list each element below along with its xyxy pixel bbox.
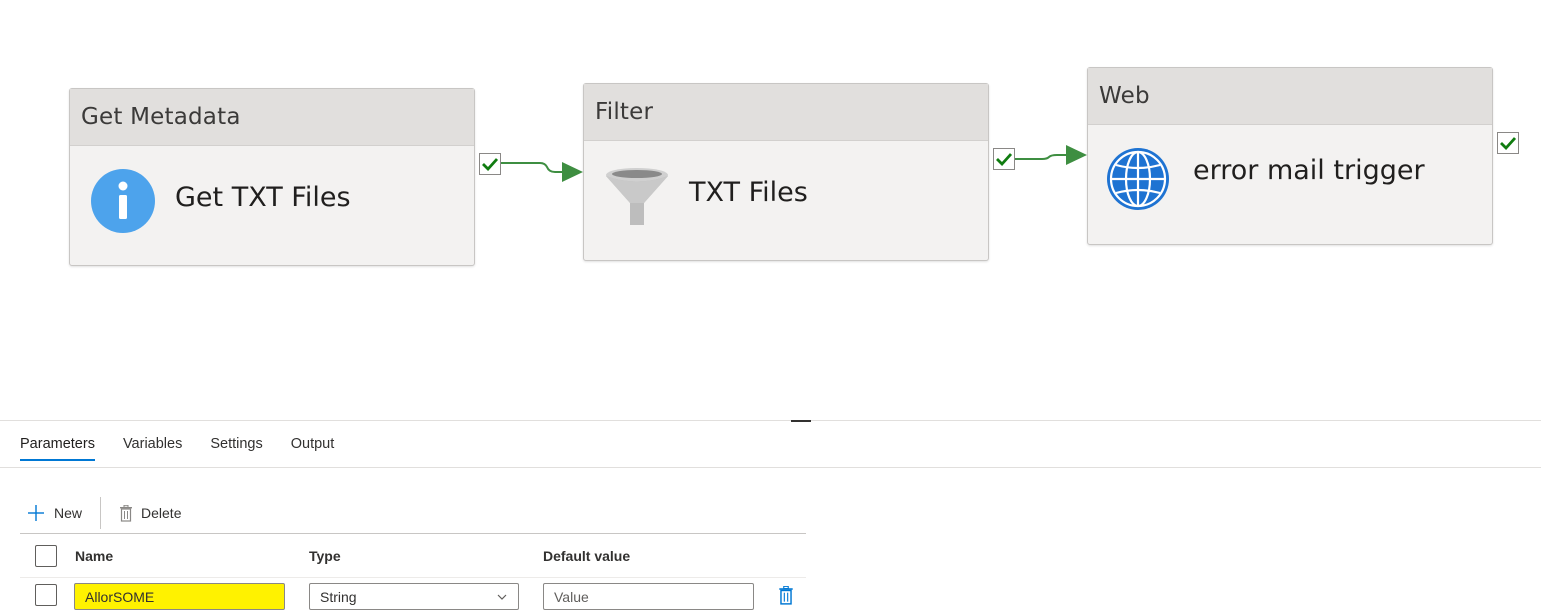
properties-tabs: Parameters Variables Settings Output: [20, 436, 362, 461]
connector-arrow: [1066, 145, 1087, 165]
column-header-default-value: Default value: [543, 548, 631, 564]
tab-variables[interactable]: Variables: [123, 436, 182, 461]
column-header-name: Name: [75, 548, 114, 564]
row-checkbox[interactable]: [35, 584, 57, 606]
new-button[interactable]: New: [26, 503, 82, 523]
trash-icon[interactable]: [778, 586, 794, 605]
splitter-handle[interactable]: [791, 420, 811, 422]
connector-line[interactable]: [1015, 154, 1068, 160]
panel-splitter[interactable]: [0, 420, 1541, 421]
trash-icon: [120, 504, 133, 522]
delete-button-label: Delete: [141, 505, 182, 521]
column-header-type: Type: [309, 548, 341, 564]
tabs-divider: [0, 467, 1541, 468]
chevron-down-icon: [497, 594, 507, 600]
connector-line[interactable]: [501, 162, 564, 173]
select-all-checkbox[interactable]: [35, 545, 57, 567]
new-button-label: New: [54, 505, 83, 521]
tab-output[interactable]: Output: [291, 436, 335, 461]
parameters-toolbar: New Delete: [26, 497, 182, 529]
delete-button[interactable]: Delete: [119, 504, 182, 522]
plus-icon: [28, 505, 44, 521]
parameter-type-value: String: [320, 588, 357, 605]
parameter-name-value: AllorSOME: [85, 588, 155, 605]
activity-connectors: [501, 145, 1087, 182]
toolbar-separator: [100, 497, 102, 529]
table-header-divider: [20, 577, 806, 578]
tab-parameters[interactable]: Parameters: [20, 436, 95, 461]
default-value-placeholder: Value: [554, 588, 589, 605]
connector-arrow: [562, 162, 583, 182]
parameter-type-select[interactable]: String: [309, 583, 519, 610]
tab-settings[interactable]: Settings: [210, 436, 262, 461]
table-top-border: [20, 533, 806, 534]
pipeline-canvas[interactable]: Get Metadata Get TXT Files Filter TXT Fi…: [0, 0, 1541, 420]
parameter-name-input[interactable]: AllorSOME: [74, 583, 285, 610]
parameter-default-value-input[interactable]: Value: [543, 583, 754, 610]
